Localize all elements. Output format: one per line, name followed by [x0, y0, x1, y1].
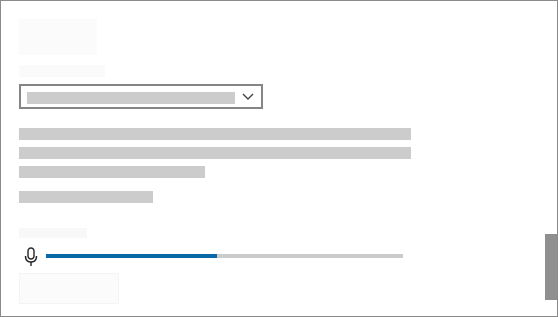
device-select-label: [19, 65, 105, 77]
scroll-up-button[interactable]: [543, 1, 557, 17]
action-button[interactable]: [19, 273, 119, 304]
section-heading: [19, 19, 97, 55]
description-line-1: [19, 128, 411, 140]
input-level-label: [19, 228, 87, 238]
device-select-value: [27, 92, 235, 104]
info-line: [19, 191, 153, 203]
vertical-scrollbar[interactable]: [543, 1, 557, 316]
description-line-2: [19, 147, 411, 159]
description-line-3: [19, 166, 205, 178]
scroll-down-button[interactable]: [543, 300, 557, 316]
device-select[interactable]: [19, 84, 263, 109]
settings-window: [0, 0, 558, 317]
microphone-icon: [24, 247, 38, 266]
input-level-meter-fill: [46, 254, 218, 258]
chevron-down-icon: [242, 93, 254, 100]
input-level-meter: [46, 254, 403, 258]
